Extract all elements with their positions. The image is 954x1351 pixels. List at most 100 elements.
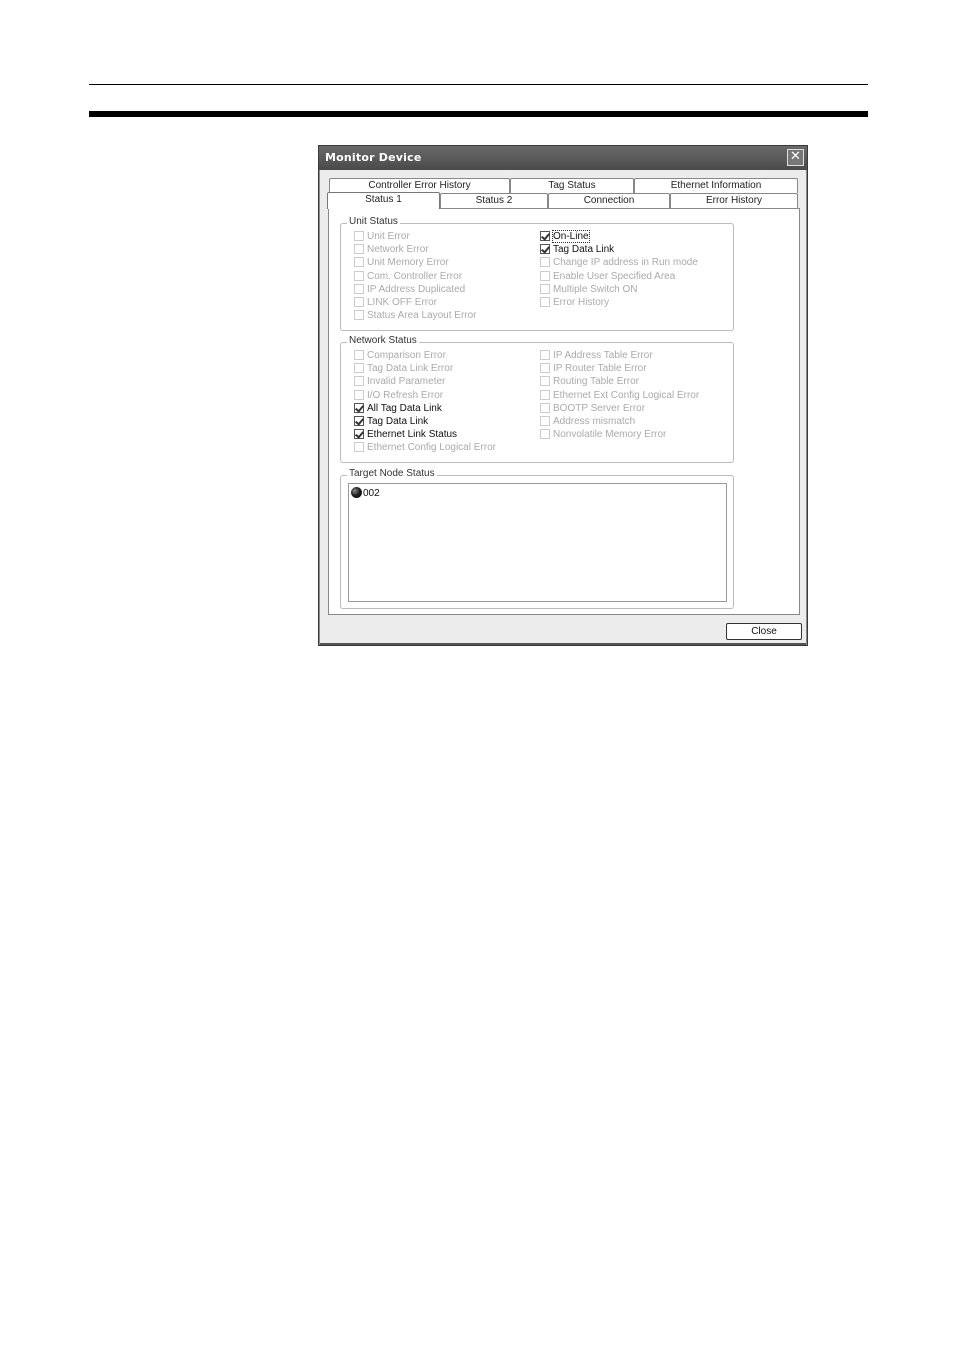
checkbox-item[interactable]: BOOTP Server Error — [540, 402, 646, 416]
checkbox-item[interactable]: Ethernet Link Status — [354, 429, 457, 442]
checkbox-item[interactable]: Comparison Error — [354, 350, 446, 363]
checkbox-unchecked-icon[interactable] — [540, 283, 550, 294]
checkbox-label: Ethernet Link Status — [367, 429, 458, 441]
status-dot-icon — [351, 487, 362, 498]
checkbox-item[interactable]: LINK OFF Error — [354, 297, 437, 310]
checkbox-item[interactable]: I/O Refresh Error — [354, 389, 444, 403]
checkbox-label: LINK OFF Error — [367, 297, 438, 308]
status-1-panel: Unit Status Unit Error Network Error Unit … — [328, 208, 800, 615]
checkbox-label: On-Line — [552, 230, 590, 243]
tab-tag-status[interactable]: Tag Status — [510, 178, 634, 193]
checkbox-unchecked-icon[interactable] — [354, 283, 364, 294]
checkbox-item[interactable]: Tag Data Link — [540, 244, 614, 257]
checkbox-item[interactable]: Unit Memory Error — [354, 257, 449, 270]
close-button[interactable]: Close — [726, 623, 802, 640]
checkbox-unchecked-icon[interactable] — [354, 244, 364, 255]
checkbox-item[interactable]: IP Router Table Error — [540, 363, 647, 376]
checkbox-unchecked-icon[interactable] — [354, 389, 364, 400]
checkbox-unchecked-icon[interactable] — [354, 376, 364, 387]
checkbox-item[interactable]: Tag Data Link Error — [354, 363, 453, 376]
checkbox-unchecked-icon[interactable] — [354, 231, 364, 241]
checkbox-item[interactable]: IP Address Duplicated — [354, 283, 466, 297]
checkbox-label: Tag Data Link — [553, 244, 615, 256]
checkbox-checked-icon[interactable] — [354, 402, 364, 413]
checkbox-unchecked-icon[interactable] — [540, 416, 550, 426]
checkbox-label: Error History — [553, 297, 610, 308]
checkbox-label: IP Address Duplicated — [367, 283, 466, 295]
checkbox-item[interactable]: IP Address Table Error — [540, 350, 653, 363]
checkbox-item[interactable]: Address mismatch — [540, 416, 635, 429]
tab-error-history[interactable]: Error History — [670, 193, 798, 208]
checkbox-label: Change IP address in Run mode — [553, 257, 698, 269]
unit-status-title: Unit Status — [347, 216, 400, 227]
checkbox-item[interactable]: Multiple Switch ON — [540, 283, 638, 297]
checkbox-item[interactable]: Ethernet Config Logical Error — [354, 442, 496, 455]
tab-connection[interactable]: Connection — [548, 193, 670, 208]
checkbox-unchecked-icon[interactable] — [540, 389, 550, 400]
checkbox-checked-icon[interactable] — [540, 231, 550, 241]
checkbox-unchecked-icon[interactable] — [354, 442, 364, 453]
checkbox-item[interactable]: Network Error — [354, 244, 429, 257]
checkbox-item[interactable]: On-Line — [540, 230, 590, 244]
checkbox-label: I/O Refresh Error — [367, 389, 444, 401]
checkbox-item[interactable]: Nonvolatile Memory Error — [540, 429, 666, 442]
checkbox-label: Unit Error — [367, 231, 410, 242]
checkbox-item[interactable]: Status Area Layout Error — [354, 310, 477, 323]
checkbox-item[interactable]: Tag Data Link — [354, 416, 428, 429]
tab-label: Ethernet Information — [670, 180, 762, 191]
tab-label: Tag Status — [548, 180, 596, 191]
checkbox-unchecked-icon[interactable] — [540, 297, 550, 307]
checkbox-unchecked-icon[interactable] — [354, 350, 364, 360]
checkbox-unchecked-icon[interactable] — [354, 363, 364, 374]
target-node-status-group: Target Node Status 002 — [340, 468, 734, 609]
tab-status-1[interactable]: Status 1 — [327, 192, 440, 209]
close-icon[interactable]: ✕ — [787, 149, 804, 166]
checkbox-unchecked-icon[interactable] — [540, 376, 550, 387]
checkbox-item[interactable]: Change IP address in Run mode — [540, 257, 698, 270]
checkbox-item[interactable]: Enable User Specified Area — [540, 270, 675, 284]
tab-label: Error History — [705, 195, 763, 206]
checkbox-unchecked-icon[interactable] — [354, 310, 364, 321]
checkbox-label: Address mismatch — [553, 416, 636, 427]
monitor-device-dialog: Monitor Device ✕ Controller Error Histor… — [318, 145, 808, 646]
node-item[interactable]: 002 — [351, 487, 380, 499]
checkbox-item[interactable]: Ethernet Ext Config Logical Error — [540, 389, 700, 403]
checkbox-checked-icon[interactable] — [354, 429, 364, 440]
checkbox-checked-icon[interactable] — [540, 244, 550, 255]
checkbox-unchecked-icon[interactable] — [354, 257, 364, 268]
checkbox-item[interactable]: Error History — [540, 297, 609, 310]
checkbox-unchecked-icon[interactable] — [540, 402, 550, 413]
checkbox-label: Routing Table Error — [553, 376, 639, 388]
target-node-list[interactable]: 002 — [348, 483, 727, 602]
checkbox-item[interactable]: Com. Controller Error — [354, 270, 462, 284]
checkbox-unchecked-icon[interactable] — [540, 350, 550, 360]
tab-label: Status 1 — [365, 194, 402, 205]
checkbox-item[interactable]: Invalid Parameter — [354, 376, 445, 389]
unit-status-group: Unit Status Unit Error Network Error Unit … — [340, 216, 734, 331]
checkbox-label: Invalid Parameter — [367, 376, 446, 388]
checkbox-item[interactable]: Routing Table Error — [540, 376, 639, 389]
checkbox-unchecked-icon[interactable] — [540, 363, 550, 374]
node-label: 002 — [363, 488, 380, 499]
tab-controller-error-history[interactable]: Controller Error History — [329, 178, 510, 193]
checkbox-item[interactable]: Unit Error — [354, 231, 410, 244]
checkbox-checked-icon[interactable] — [354, 416, 364, 426]
target-node-status-title: Target Node Status — [347, 468, 437, 479]
tab-label: Status 2 — [475, 195, 513, 206]
tab-ethernet-information[interactable]: Ethernet Information — [634, 178, 798, 193]
checkbox-unchecked-icon[interactable] — [354, 270, 364, 281]
tab-status-2[interactable]: Status 2 — [440, 193, 548, 208]
header-rule-thick — [89, 111, 868, 117]
checkbox-label: Multiple Switch ON — [553, 283, 638, 295]
checkbox-label: Ethernet Ext Config Logical Error — [553, 389, 700, 401]
checkbox-unchecked-icon[interactable] — [540, 429, 550, 440]
title-bar[interactable]: Monitor Device ✕ — [319, 146, 807, 170]
checkbox-label: Ethernet Config Logical Error — [367, 442, 496, 454]
checkbox-unchecked-icon[interactable] — [540, 257, 550, 268]
checkbox-item[interactable]: All Tag Data Link — [354, 402, 442, 416]
checkbox-unchecked-icon[interactable] — [354, 297, 364, 307]
checkbox-unchecked-icon[interactable] — [540, 270, 550, 281]
checkbox-label: BOOTP Server Error — [553, 402, 646, 414]
tab-label: Controller Error History — [368, 180, 471, 191]
window-title: Monitor Device — [325, 151, 422, 164]
